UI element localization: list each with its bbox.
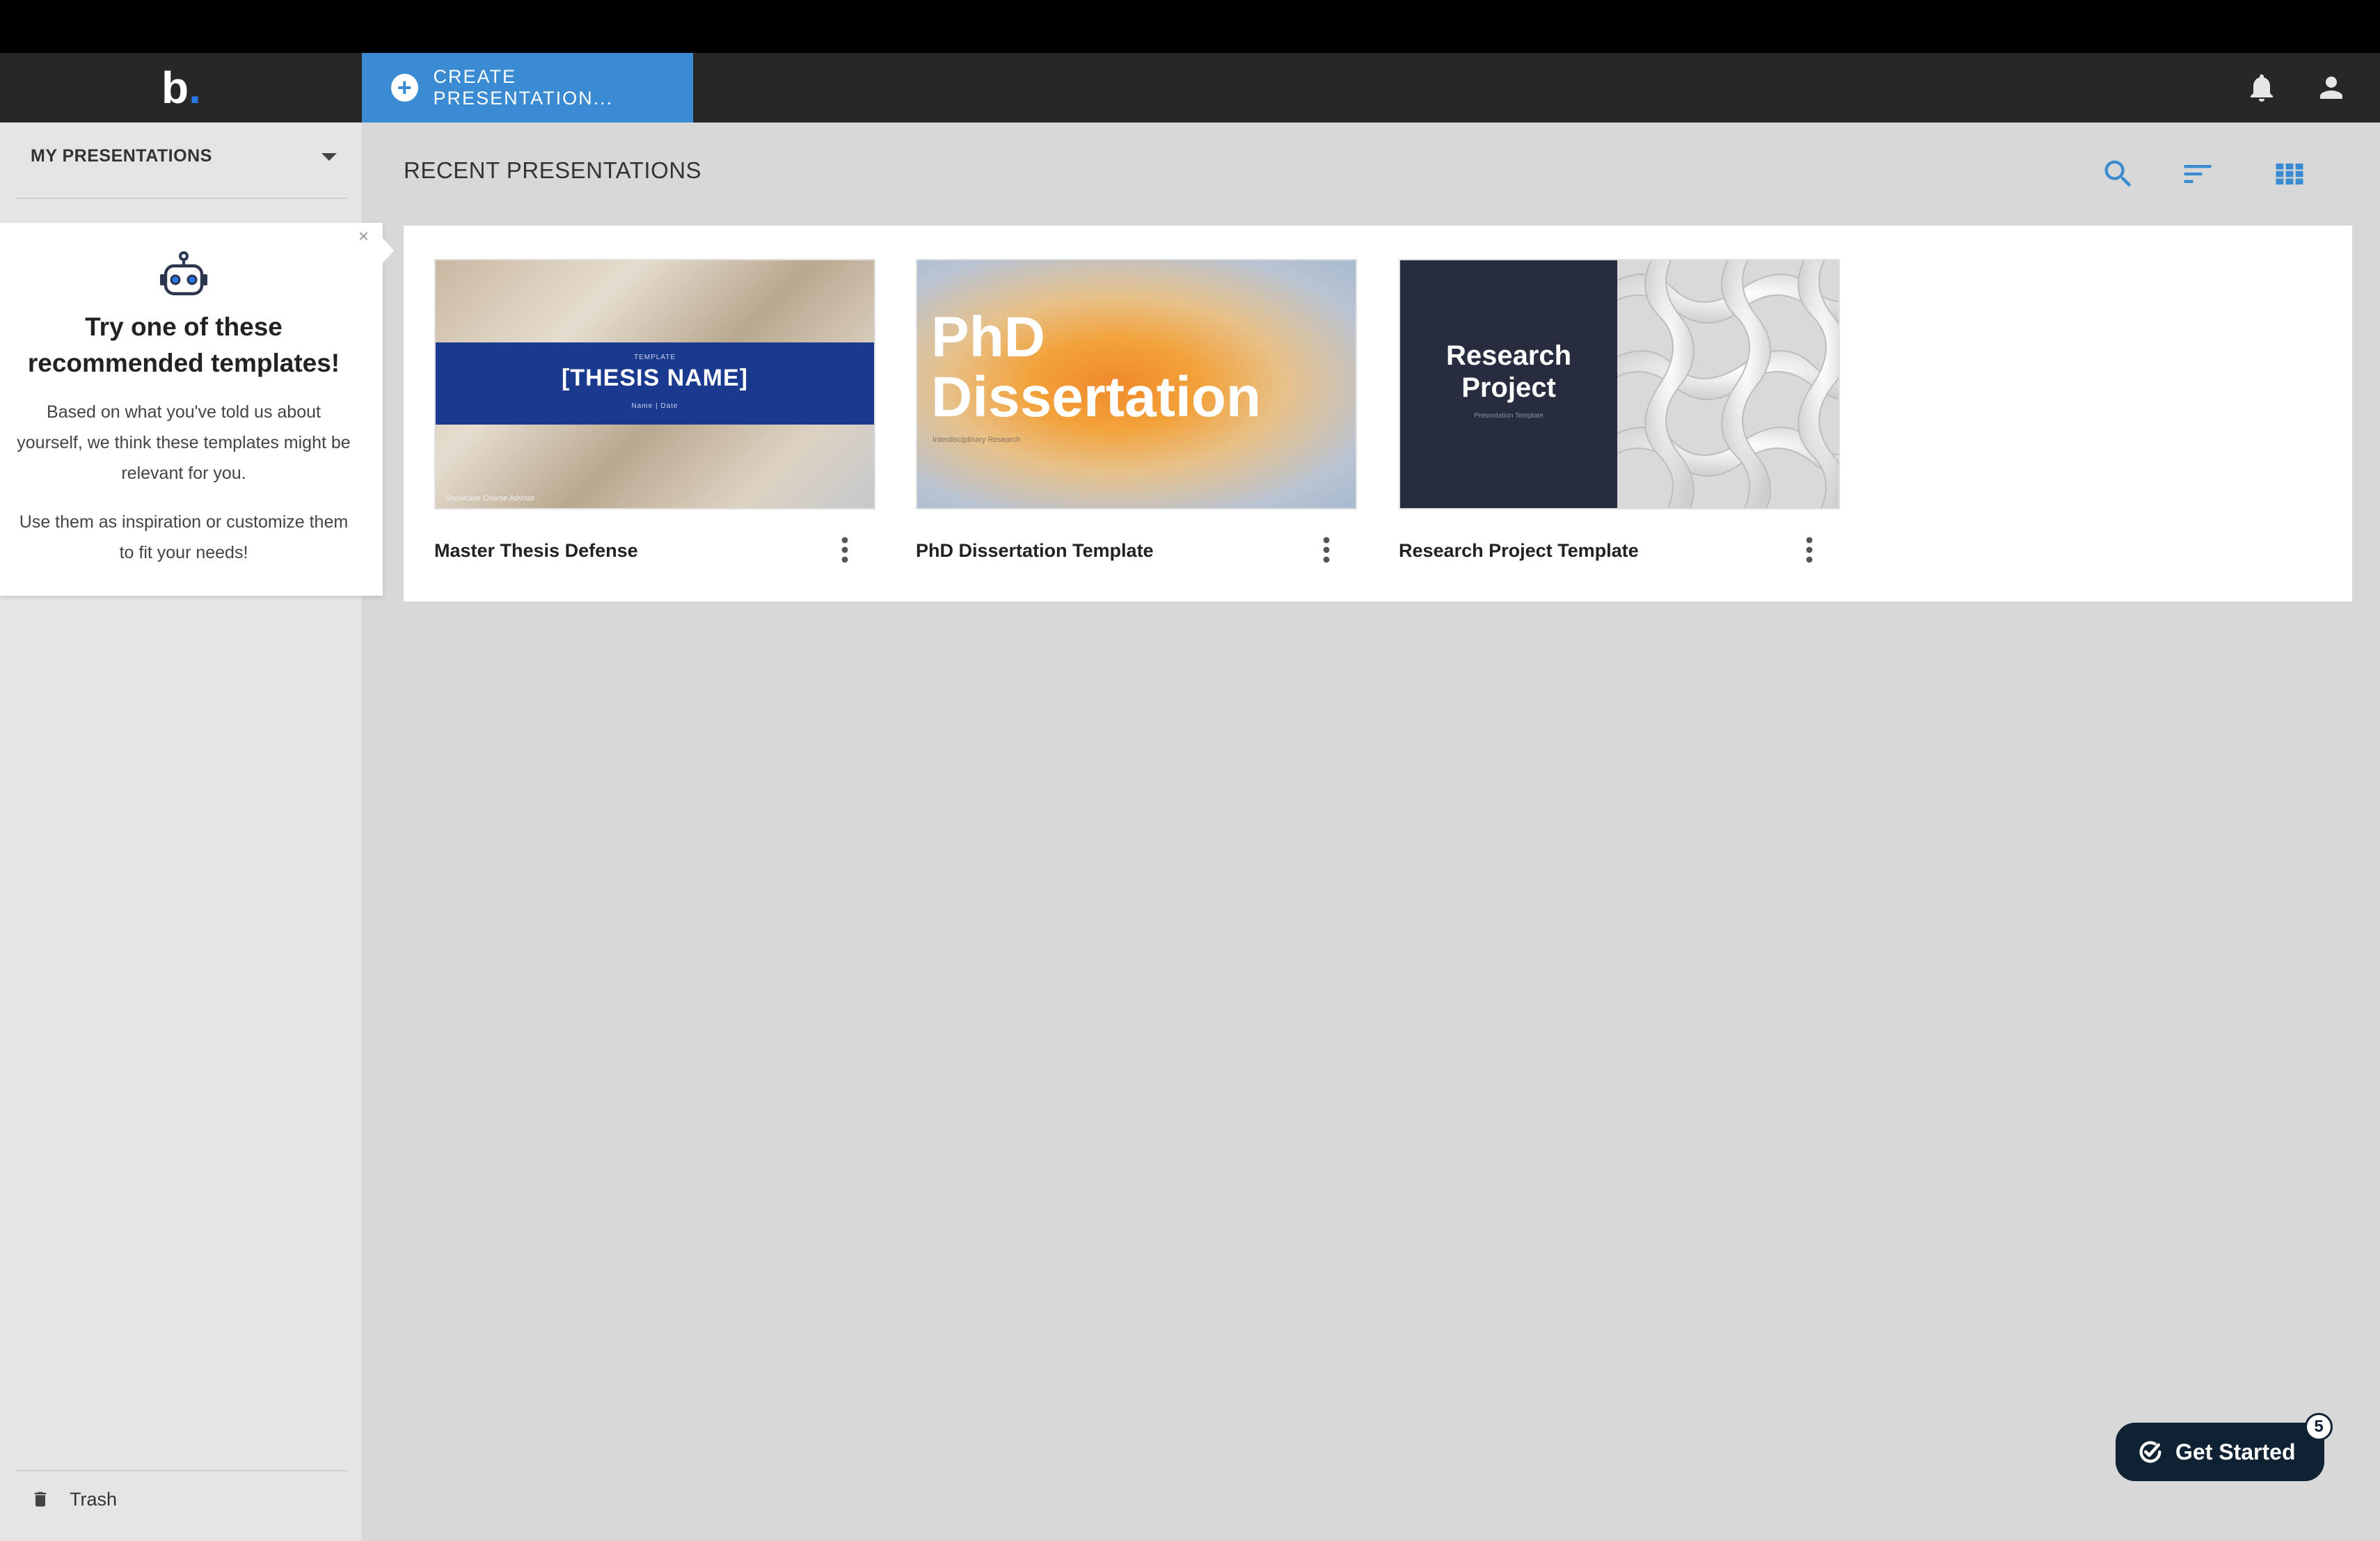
search-icon[interactable] xyxy=(2100,156,2136,192)
thumb-title: Research Project xyxy=(1400,340,1617,404)
popover-body-1: Based on what you've told us about yours… xyxy=(17,402,351,483)
app-header xyxy=(0,53,2380,123)
thumbnail-dark-panel: Research Project Presentation Template xyxy=(1400,260,1617,508)
robot-icon xyxy=(160,251,207,296)
create-presentation-label: CREATE PRESENTATION... xyxy=(433,66,614,109)
get-started-button[interactable]: Get Started xyxy=(2116,1423,2324,1481)
recommendation-popover: × Try one of these recommended templates… xyxy=(0,223,394,596)
thumb-title: [THESIS NAME] xyxy=(562,365,748,391)
thumb-subtitle: Name | Date xyxy=(631,402,679,410)
thumb-title-line-1: PhD xyxy=(931,306,1045,369)
chevron-down-icon[interactable] xyxy=(322,153,337,161)
sidebar-divider xyxy=(15,198,348,199)
section-title: RECENT PRESENTATIONS xyxy=(404,157,702,183)
sort-icon[interactable] xyxy=(2180,156,2216,192)
thumb-title: PhD Dissertation xyxy=(931,308,1261,427)
get-started-label: Get Started xyxy=(2175,1439,2296,1464)
create-presentation-button[interactable]: + CREATE PRESENTATION... xyxy=(362,53,693,123)
plus-circle-icon: + xyxy=(391,74,418,102)
card-title[interactable]: PhD Dissertation Template xyxy=(916,540,1154,562)
trash-link[interactable]: Trash xyxy=(31,1488,117,1510)
trash-label: Trash xyxy=(70,1488,118,1510)
thumbnail-phd-dissertation[interactable]: PhD Dissertation Interdisciplinary Resea… xyxy=(916,259,1357,509)
thumb-title-line-1: Research xyxy=(1445,340,1572,371)
popover-title: Try one of these recommended templates! xyxy=(27,313,340,377)
my-presentations-dropdown[interactable]: MY PRESENTATIONS xyxy=(31,146,212,166)
more-vert-icon[interactable] xyxy=(1801,536,1818,564)
thumb-footer: Showcase Course Advisor xyxy=(445,494,535,503)
thumbnail-research-project[interactable]: Research Project Presentation Template xyxy=(1399,259,1840,509)
thumb-title-line-2: Project xyxy=(1461,372,1556,403)
logo-letter: b xyxy=(161,63,189,113)
popover-body-2: Use them as inspiration or customize the… xyxy=(19,512,349,562)
sidebar-bottom-divider xyxy=(15,1470,348,1471)
card-title[interactable]: Research Project Template xyxy=(1399,540,1639,562)
user-icon[interactable] xyxy=(2315,71,2348,104)
notification-badge: 5 xyxy=(2305,1413,2333,1441)
bell-icon[interactable] xyxy=(2245,71,2278,104)
thumb-title-line-2: Dissertation xyxy=(931,365,1261,429)
more-vert-icon[interactable] xyxy=(1318,536,1335,564)
popover-arrow xyxy=(381,237,394,264)
thumb-small-label: TEMPLATE xyxy=(633,354,676,361)
app-logo[interactable]: b. xyxy=(161,60,201,116)
check-circle-icon xyxy=(2139,1441,2161,1463)
grid-view-icon[interactable] xyxy=(2271,156,2308,192)
trash-icon xyxy=(34,1492,47,1507)
logo-dot: . xyxy=(189,63,201,113)
abstract-pattern-image xyxy=(1617,260,1839,508)
thumb-subtitle: Interdisciplinary Research xyxy=(933,436,1021,444)
card-title[interactable]: Master Thesis Defense xyxy=(434,540,638,562)
thumbnail-band: TEMPLATE [THESIS NAME] Name | Date xyxy=(436,342,874,425)
thumb-subtitle: Presentation Template xyxy=(1474,412,1544,420)
close-icon[interactable]: × xyxy=(358,226,369,247)
top-strip xyxy=(0,0,2380,53)
more-vert-icon[interactable] xyxy=(836,536,853,564)
thumbnail-master-thesis[interactable]: TEMPLATE [THESIS NAME] Name | Date Showc… xyxy=(434,259,875,509)
